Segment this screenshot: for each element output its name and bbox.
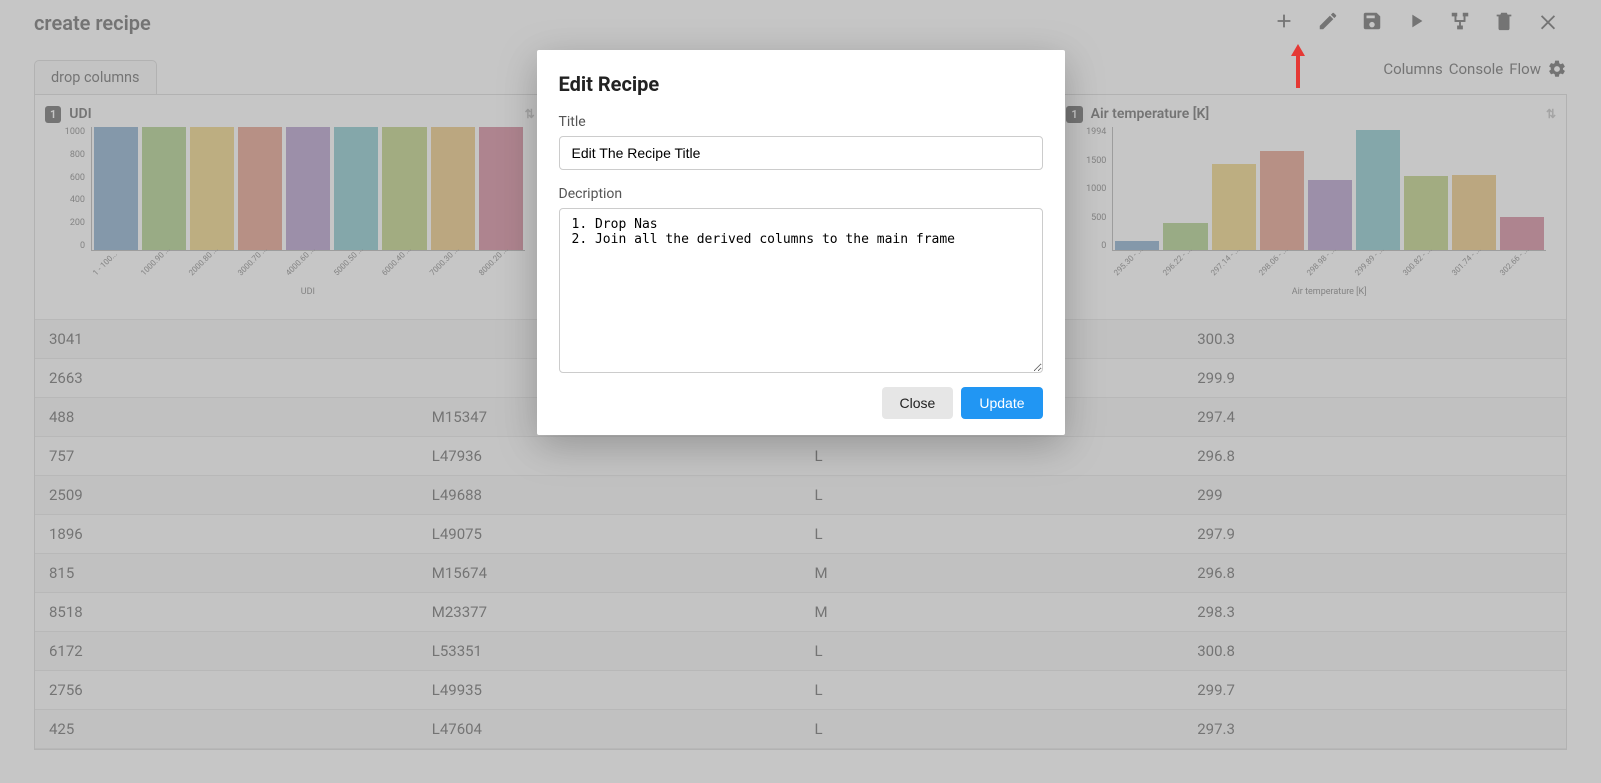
edit-recipe-modal: Edit Recipe Title Decription Close Updat… [537,50,1065,435]
update-button[interactable]: Update [961,387,1042,419]
title-input[interactable] [559,136,1043,170]
modal-heading: Edit Recipe [559,72,1043,96]
annotation-arrow-icon [1291,44,1305,88]
description-textarea[interactable] [559,208,1043,373]
close-button[interactable]: Close [882,387,954,419]
description-label: Decription [559,186,1043,202]
title-label: Title [559,114,1043,130]
